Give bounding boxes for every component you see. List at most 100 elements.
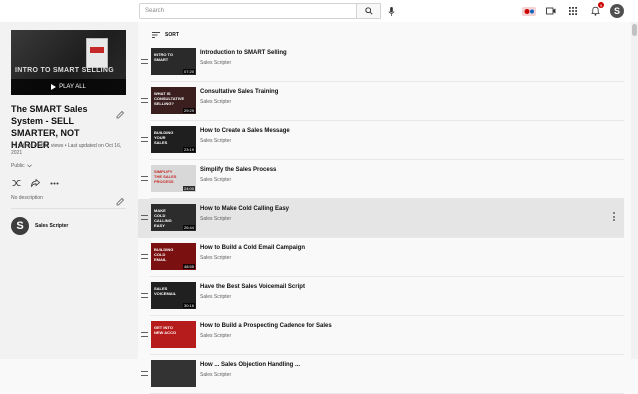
microphone-icon [388, 6, 394, 16]
thumbnail-text: INTRO TO SMART [154, 52, 174, 62]
thumbnail-text: SALES VOICEMAIL [154, 286, 177, 296]
more-horizontal-icon [50, 182, 58, 184]
video-channel[interactable]: Sales Scripter [200, 177, 231, 183]
drag-handle-icon[interactable] [141, 254, 148, 259]
video-title[interactable]: How to Build a Prospecting Cadence for S… [200, 323, 332, 329]
video-title[interactable]: How to Build a Cold Email Campaign [200, 245, 305, 251]
video-camera-icon [546, 7, 556, 15]
video-duration: 48:55 [182, 264, 195, 269]
playlist-actions [11, 178, 59, 188]
video-thumbnail[interactable]: BUILDING COLD EMAIL 48:55 [151, 243, 196, 270]
video-title[interactable]: Introduction to SMART Selling [200, 50, 287, 56]
share-button[interactable] [30, 178, 40, 188]
video-row[interactable]: SIMPLIFY THE SALES PROCESS 24:00 Simplify … [138, 160, 624, 199]
pencil-icon [116, 197, 125, 206]
search-button[interactable] [357, 3, 381, 19]
video-thumbnail[interactable]: SIMPLIFY THE SALES PROCESS 24:00 [151, 165, 196, 192]
thumbnail-text: BUILDING YOUR SALES [154, 130, 174, 145]
video-thumbnail[interactable]: BUILDING YOUR SALES 23:19 [151, 126, 196, 153]
video-row[interactable]: MAKE COLD CALLING EASY 26:44 How to Make C… [138, 199, 624, 238]
drag-handle-icon[interactable] [141, 332, 148, 337]
voice-search-button[interactable] [384, 4, 398, 18]
video-row[interactable]: BUILDING COLD EMAIL 48:55 How to Build a C… [138, 238, 624, 277]
edit-description-button[interactable] [116, 193, 126, 206]
thumbnail-caption: INTRO TO SMART SELLING [15, 67, 115, 74]
video-title[interactable]: How to Create a Sales Message [200, 128, 290, 134]
scrollbar-thumb[interactable] [632, 24, 637, 36]
video-duration: 24:00 [182, 186, 195, 191]
create-button[interactable] [544, 4, 558, 18]
video-channel[interactable]: Sales Scripter [200, 216, 231, 222]
video-thumbnail[interactable]: INTRO TO SMART 07:20 [151, 48, 196, 75]
playlist-description: No description [11, 195, 43, 201]
video-channel[interactable]: Sales Scripter [200, 138, 231, 144]
video-thumbnail[interactable]: SALES VOICEMAIL 30:16 [151, 282, 196, 309]
search-icon [364, 7, 373, 15]
bell-icon [590, 6, 600, 16]
more-vertical-icon[interactable] [613, 212, 616, 221]
video-duration: 30:16 [182, 303, 195, 308]
video-row[interactable]: GET INTO NEW ACCO How to Build a Prospect… [138, 316, 624, 355]
video-duration: 26:44 [182, 225, 195, 230]
drag-handle-icon[interactable] [141, 371, 148, 376]
owner-avatar[interactable]: S [11, 217, 29, 235]
video-title[interactable]: Simplify the Sales Process [200, 167, 276, 173]
edit-title-button[interactable] [116, 106, 126, 119]
video-channel[interactable]: Sales Scripter [200, 255, 231, 261]
play-all-label: PLAY ALL [59, 84, 86, 90]
notifications-button[interactable]: 9 [588, 2, 604, 18]
video-channel[interactable]: Sales Scripter [200, 372, 231, 378]
playlist-sidebar: INTRO TO SMART SELLING PLAY ALL The SMAR… [0, 22, 138, 359]
drag-handle-icon[interactable] [141, 137, 148, 142]
shuffle-button[interactable] [11, 178, 21, 188]
shuffle-icon [12, 180, 20, 186]
book-graphic [86, 38, 108, 68]
sort-button[interactable]: SORT [152, 32, 179, 38]
extension-button[interactable] [522, 4, 536, 18]
visibility-dropdown[interactable]: Public [11, 163, 32, 169]
video-channel[interactable]: Sales Scripter [200, 60, 231, 66]
video-channel[interactable]: Sales Scripter [200, 99, 231, 105]
drag-handle-icon[interactable] [141, 98, 148, 103]
video-duration: 29:29 [182, 108, 195, 113]
video-row[interactable]: WHAT IS CONSULTATIVE SELLING? 29:29 Consul… [138, 82, 624, 121]
video-thumbnail[interactable]: WHAT IS CONSULTATIVE SELLING? 29:29 [151, 87, 196, 114]
scrollbar[interactable] [631, 22, 638, 359]
video-row[interactable]: SALES VOICEMAIL 30:16 Have the Best Sales … [138, 277, 624, 316]
drag-handle-icon[interactable] [141, 59, 148, 64]
video-channel[interactable]: Sales Scripter [200, 333, 231, 339]
visibility-label: Public [11, 163, 25, 169]
video-row[interactable]: INTRO TO SMART 07:20 Introduction to SMART… [138, 43, 624, 82]
playlist-owner[interactable]: S Sales Scripter [11, 217, 68, 235]
apps-grid-icon [569, 7, 577, 15]
video-title[interactable]: Have the Best Sales Voicemail Script [200, 284, 305, 290]
playlist-thumbnail[interactable]: INTRO TO SMART SELLING PLAY ALL [11, 30, 126, 95]
video-channel[interactable]: Sales Scripter [200, 294, 231, 300]
drag-handle-icon[interactable] [141, 293, 148, 298]
video-title[interactable]: How to Make Cold Calling Easy [200, 206, 289, 212]
thumbnail-text: WHAT IS CONSULTATIVE SELLING? [154, 91, 185, 106]
playlist-stats: 24 videos • 5,812 views • Last updated o… [11, 143, 122, 156]
playlist-video-list: SORT INTRO TO SMART 07:20 Introduction to … [138, 22, 624, 394]
video-title[interactable]: How ... Sales Objection Handling ... [200, 362, 300, 368]
account-avatar[interactable]: S [610, 4, 624, 18]
drag-handle-icon[interactable] [141, 176, 148, 181]
apps-button[interactable] [566, 4, 580, 18]
video-thumbnail[interactable] [151, 360, 196, 387]
share-icon [30, 179, 40, 187]
divider [11, 208, 126, 209]
video-row[interactable]: BUILDING YOUR SALES 23:19 How to Create a … [138, 121, 624, 160]
video-row[interactable]: How ... Sales Objection Handling ... Sale… [138, 355, 624, 394]
play-all-button[interactable]: PLAY ALL [11, 79, 126, 95]
top-bar: Search 9 S [0, 0, 638, 22]
owner-name[interactable]: Sales Scripter [35, 223, 68, 229]
video-title[interactable]: Consultative Sales Training [200, 89, 278, 95]
video-thumbnail[interactable]: MAKE COLD CALLING EASY 26:44 [151, 204, 196, 231]
play-icon [51, 84, 57, 90]
search-input[interactable]: Search [139, 3, 357, 19]
drag-handle-icon[interactable] [141, 215, 148, 220]
thumbnail-text: BUILDING COLD EMAIL [154, 247, 174, 262]
thumbnail-text: GET INTO NEW ACCO [154, 325, 177, 335]
video-thumbnail[interactable]: GET INTO NEW ACCO [151, 321, 196, 348]
more-options-button[interactable] [49, 178, 59, 188]
